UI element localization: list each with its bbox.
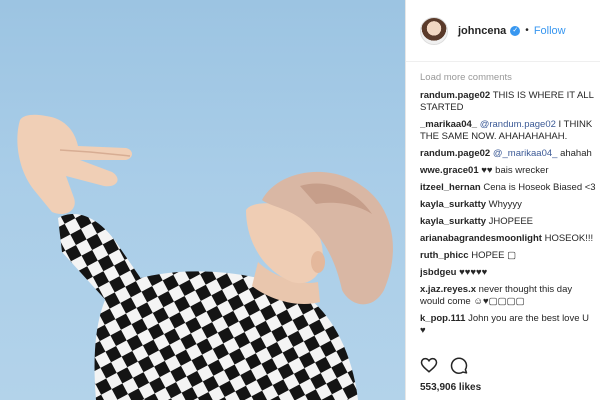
comment-username[interactable]: wwe.grace01 <box>420 165 479 176</box>
comment-username[interactable]: itzeel_hernan <box>420 182 481 193</box>
comment-username[interactable]: ruth_phicc <box>420 250 469 261</box>
comment-username[interactable]: jsbdgeu <box>420 267 456 278</box>
comment-text: HOSEOK!!! <box>544 233 594 244</box>
comment-text: ahahah <box>560 148 592 159</box>
comment-text: Cena is Hoseok Biased <3 <box>483 182 596 193</box>
post-side-panel: johncena ✓ • Follow Load more comments r… <box>406 0 600 400</box>
comment-username[interactable]: kayla_surkatty <box>420 199 486 210</box>
comment-container: randum.page02 THIS IS WHERE IT ALL START… <box>420 90 596 337</box>
comment-item: x.jaz.reyes.x never thought this day wou… <box>420 284 596 308</box>
verified-badge-icon: ✓ <box>510 25 521 36</box>
comment-item: kayla_surkatty Whyyyy <box>420 199 596 211</box>
comment-text: Whyyyy <box>488 199 522 210</box>
comment-username[interactable]: _marikaa04_ <box>420 119 477 130</box>
comment-username[interactable]: x.jaz.reyes.x <box>420 284 476 295</box>
post-actions <box>420 356 480 374</box>
comment-item: wwe.grace01 ♥♥ bais wrecker <box>420 165 596 177</box>
load-more-comments-button[interactable]: Load more comments <box>420 72 596 83</box>
comment-text: JHOPEEE <box>488 216 534 227</box>
comment-icon[interactable] <box>450 356 468 374</box>
post-photo[interactable] <box>0 0 406 400</box>
comment-item: randum.page02 @_marikaa04_ ahahah <box>420 148 596 160</box>
follow-button[interactable]: Follow <box>534 25 566 37</box>
comment-item: kayla_surkatty JHOPEEE <box>420 216 596 228</box>
comment-username[interactable]: randum.page02 <box>420 90 490 101</box>
comment-item: randum.page02 THIS IS WHERE IT ALL START… <box>420 90 596 114</box>
comments-list[interactable]: Load more comments randum.page02 THIS IS… <box>420 72 596 350</box>
comment-username[interactable]: randum.page02 <box>420 148 490 159</box>
likes-count[interactable]: 553,906 likes <box>420 382 481 393</box>
comment-username[interactable]: kayla_surkatty <box>420 216 486 227</box>
heart-icon[interactable] <box>420 356 438 374</box>
comment-mention[interactable]: @_marikaa04_ <box>493 148 558 159</box>
comment-item: jsbdgeu ♥♥♥♥♥ <box>420 267 596 279</box>
comment-item: arianabagrandesmoonlight HOSEOK!!! <box>420 233 596 245</box>
comment-text: ♥♥♥♥♥ <box>459 267 488 278</box>
post-header: johncena ✓ • Follow <box>406 0 600 62</box>
separator-dot: • <box>525 25 529 36</box>
comment-username[interactable]: arianabagrandesmoonlight <box>420 233 542 244</box>
comment-text: ♥♥ bais wrecker <box>481 165 549 176</box>
photo-illustration <box>17 114 393 400</box>
comment-item: k_pop.111 John you are the best love U ♥ <box>420 313 596 337</box>
comment-item: itzeel_hernan Cena is Hoseok Biased <3 <box>420 182 596 194</box>
comment-mention[interactable]: @randum.page02 <box>480 119 556 130</box>
likes-count-text: 553,906 likes <box>420 382 482 393</box>
instagram-post-view: johncena ✓ • Follow Load more comments r… <box>0 0 600 400</box>
avatar[interactable] <box>420 16 448 45</box>
comment-text: HOPEE ▢ <box>471 250 517 261</box>
comment-item: _marikaa04_ @randum.page02 I THINK THE S… <box>420 119 596 143</box>
comment-username[interactable]: k_pop.111 <box>420 313 465 324</box>
post-author-username[interactable]: johncena <box>458 25 506 37</box>
comment-item: ruth_phicc HOPEE ▢ <box>420 250 596 262</box>
